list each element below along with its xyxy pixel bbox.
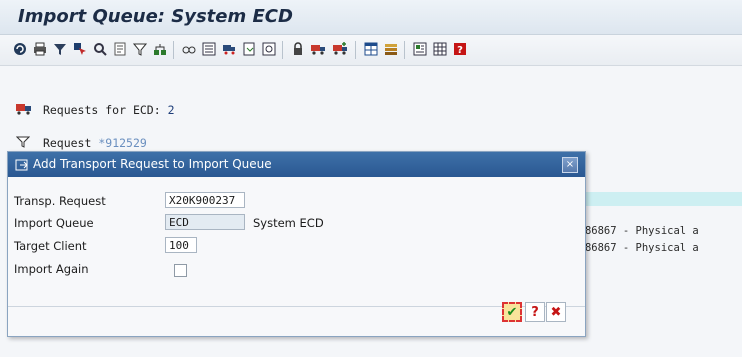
help-icon[interactable]: ? [452, 41, 468, 57]
print-icon[interactable] [32, 41, 48, 57]
note-icon[interactable] [112, 41, 128, 57]
import-queue-field: ECD [165, 214, 245, 230]
svg-text:?: ? [457, 45, 463, 56]
list-header-highlight [565, 192, 742, 206]
close-button[interactable]: × [562, 157, 578, 173]
filter-funnel-icon [15, 136, 32, 148]
truck-add-icon[interactable] [332, 41, 348, 57]
layout-icon[interactable] [412, 41, 428, 57]
document-icon[interactable] [241, 41, 257, 57]
dialog-title: Add Transport Request to Import Queue [33, 157, 272, 171]
dialog-window-icon [15, 157, 29, 171]
pointer-icon[interactable] [72, 41, 88, 57]
target-client-field[interactable]: 100 [165, 237, 197, 253]
import-queue-description: System ECD [253, 216, 324, 230]
settings-icon[interactable] [261, 41, 277, 57]
stack-icon[interactable] [383, 41, 399, 57]
requests-summary: Requests for ECD: 2 [16, 103, 175, 117]
truck-import-icon[interactable] [310, 41, 326, 57]
ok-button[interactable]: ✔ [502, 302, 522, 322]
request-filter: Request *912529 [15, 136, 147, 150]
toolbar-separator [173, 41, 174, 59]
dialog-divider [8, 306, 585, 307]
transport-request-label: Transp. Request [14, 194, 106, 208]
lock-icon[interactable] [290, 41, 306, 57]
requests-label: Requests for ECD: [42, 103, 161, 117]
add-transport-request-dialog: Add Transport Request to Import Queue × … [7, 151, 586, 337]
request-value: *912529 [98, 136, 147, 150]
toolbar-separator [404, 41, 405, 59]
toolbar-separator [355, 41, 356, 59]
transport-request-field[interactable]: X20K900237 [165, 192, 245, 208]
import-again-label: Import Again [14, 262, 89, 276]
list-item[interactable]: :1486867 - Physical a [566, 225, 742, 237]
glasses-icon[interactable] [181, 41, 197, 57]
refresh-icon[interactable] [12, 41, 28, 57]
filter-funnel-icon[interactable] [132, 41, 148, 57]
truck-small-icon[interactable] [221, 41, 237, 57]
truck-icon [16, 103, 32, 115]
toolbar-separator [282, 41, 283, 59]
import-queue-label: Import Queue [14, 216, 94, 230]
list-icon[interactable] [201, 41, 217, 57]
filter-icon[interactable] [52, 41, 68, 57]
requests-count: 2 [167, 103, 175, 117]
request-label: Request [42, 136, 92, 150]
page-title: Import Queue: System ECD [18, 6, 293, 27]
grid-icon[interactable] [432, 41, 448, 57]
tree-icon[interactable] [152, 41, 168, 57]
list-item[interactable]: :1486867 - Physical a [566, 242, 742, 254]
import-again-checkbox[interactable] [174, 264, 187, 277]
application-toolbar: ? [0, 35, 742, 66]
table-icon[interactable] [363, 41, 379, 57]
zoom-icon[interactable] [92, 41, 108, 57]
dialog-title-bar: Add Transport Request to Import Queue × [8, 152, 585, 177]
title-bar: Import Queue: System ECD [0, 0, 742, 35]
target-client-label: Target Client [14, 239, 87, 253]
cancel-button[interactable]: ✖ [546, 302, 566, 322]
help-button[interactable]: ? [525, 302, 545, 322]
